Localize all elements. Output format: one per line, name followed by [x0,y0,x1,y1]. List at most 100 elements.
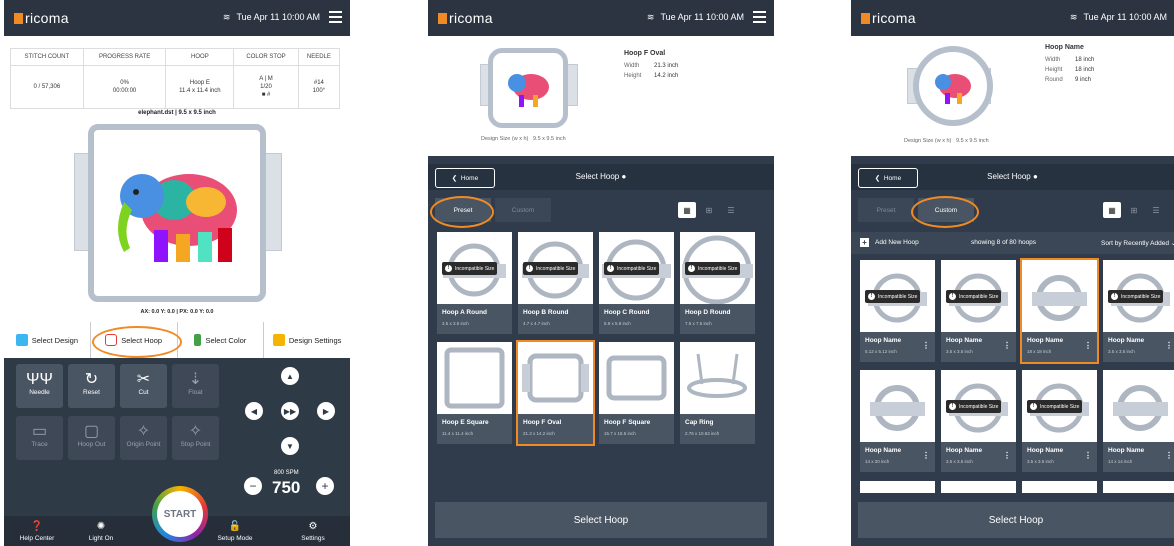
needle-icon: ΨΨ [26,371,53,388]
hoop-card[interactable]: ! Incompatible Size Hoop A Round 3.5 x 3.5 … [437,232,512,334]
hoop-thumbnail [1103,370,1174,442]
hoop-card[interactable]: ! Incompatible Size Hoop D Round 7.5 x 7.5 … [680,232,755,334]
hoop-card[interactable]: Cap Ring 2.76 x 10.63 inch [680,342,755,444]
brand-logo: ricoma [438,10,493,26]
more-options-icon[interactable]: ⋮ [1003,341,1011,350]
grid-small-icon[interactable]: ⊞ [1125,202,1143,218]
hoop-thumbnail [1022,260,1097,332]
light-icon: ✺ [96,521,106,532]
start-button[interactable]: START [152,486,208,542]
arrow-down-button[interactable]: ▼ [281,437,299,455]
more-options-icon[interactable]: ⋮ [1165,341,1173,350]
stats-table: STITCH COUNT PROGRESS RATE HOOP COLOR ST… [10,48,341,109]
arrow-left-button[interactable]: ◀ [245,402,263,420]
stats-header: HOOP [165,48,235,66]
add-new-hoop-button[interactable]: + Add New Hoop showing 8 of 80 hoops Sor… [851,232,1174,254]
select-hoop-button[interactable]: Select Hoop [435,502,767,538]
hoop-card[interactable]: ! Incompatible Size Hoop Name 3.5 x 3.5 inc… [1103,260,1174,362]
elephant-design-image [118,174,237,262]
hoop-card-selected[interactable]: Hoop Name 18 x 18 inch ⋮ [1020,258,1099,364]
needle-button[interactable]: ΨΨ Needle [16,364,63,408]
nav-setup-mode[interactable]: 🔓 Setup Mode [210,521,260,542]
nav-light-on[interactable]: ✺ Light On [76,521,126,542]
hoop-out-button[interactable]: ▢ Hoop Out [68,416,115,460]
hoop-title: Hoop F Oval [624,50,666,57]
nav-help-center[interactable]: ❓ Help Center [12,521,62,542]
hoop-card[interactable]: Hoop Name 14 x 20 inch ⋮ [860,370,935,472]
incompatible-badge: ! Incompatible Size [946,290,1002,303]
hoop-thumbnail [437,342,512,414]
page-title: Select Hoop ● [987,172,1038,181]
arrow-up-button[interactable]: ▲ [281,367,299,385]
more-options-icon[interactable]: ⋮ [1165,451,1173,460]
hoop-title: Hoop Name [1045,44,1084,51]
grid-small-icon[interactable]: ⊞ [700,202,718,218]
hoop-card[interactable]: ! Incompatible Size Hoop Name 3.5 x 3.5 inc… [941,370,1016,472]
help-icon: ❓ [30,521,44,532]
needle-value: #14 100° [297,65,341,109]
grid-large-icon[interactable]: ▦ [678,202,696,218]
stats-header: COLOR STOP [233,48,299,66]
list-icon[interactable]: ☰ [1147,202,1165,218]
more-options-icon[interactable]: ⋮ [1003,451,1011,460]
more-options-icon[interactable]: ⋮ [922,451,930,460]
design-size: Design Size (w x h) 9.5 x 9.5 inch [481,136,566,142]
hoop-card-selected[interactable]: Hoop F Oval 21.3 x 14.2 inch [516,340,595,446]
nav-settings[interactable]: ⚙ Settings [288,521,338,542]
speed-increase-button[interactable]: + [316,477,334,495]
reset-button[interactable]: ↻ Reset [68,364,115,408]
hoop-panel: ❮ Home Select Hoop ● Preset Custom ▦ ⊞ ☰ !… [428,156,774,546]
stats-header: STITCH COUNT [10,48,84,66]
tab-design-settings[interactable]: Design Settings [264,322,350,358]
hoop-card[interactable]: Hoop E Square 11.4 x 11.4 inch [437,342,512,444]
top-bar: ricoma ≋ Tue Apr 11 10:00 AM [851,0,1174,36]
header-bar: ❮ Home Select Hoop ● [851,164,1174,190]
stop-point-button[interactable]: ✧ Stop Point [172,416,219,460]
machine-screen: ricoma ≋ Tue Apr 11 10:00 AM STITCH COUNT… [4,0,350,546]
tab-select-color[interactable]: Select Color [178,322,265,358]
incompatible-badge: ! Incompatible Size [865,290,921,303]
tab-preset[interactable]: Preset [858,198,914,222]
grid-large-icon[interactable]: ▦ [1103,202,1121,218]
control-panel: Select Design Select Hoop Select Color D… [4,322,350,546]
hoop-card[interactable]: Hoop F Square 15.7 x 16.5 inch [599,342,674,444]
sort-dropdown[interactable]: Sort by Recently Added ⌄ [1101,239,1174,247]
more-options-icon[interactable]: ⋮ [1084,451,1092,460]
more-options-icon[interactable]: ⋮ [1084,341,1092,350]
arrow-right-button[interactable]: ▶ [317,402,335,420]
list-icon[interactable]: ☰ [722,202,740,218]
hoop-card[interactable]: ! Incompatible Size Hoop Name 3.5 x 3.5 inc… [941,260,1016,362]
hoop-card[interactable]: ! Incompatible Size Hoop Name 3.5 x 3.5 inc… [1022,370,1097,472]
float-icon: ⇣ [188,371,203,388]
speed-decrease-button[interactable]: − [244,477,262,495]
hoop-info: Hoop F Oval Width 21.3 inch Height 14.2 in… [624,50,679,79]
scissors-icon: ✂ [136,371,151,388]
hoop-thumbnail [860,370,935,442]
float-button[interactable]: ⇣ Float [172,364,219,408]
select-hoop-button[interactable]: Select Hoop [858,502,1174,538]
design-size: Design Size (w x h) 9.5 x 9.5 inch [904,138,989,144]
highlight-oval [430,196,494,228]
tab-custom[interactable]: Custom [495,198,551,222]
reset-icon: ↻ [84,371,99,388]
tab-select-design[interactable]: Select Design [4,322,91,358]
hoop-card[interactable]: ! Incompatible Size Hoop C Round 5.9 x 5.9 … [599,232,674,334]
progress-value: 0% 00:00:00 [82,65,167,109]
incompatible-badge: ! Incompatible Size [604,262,660,275]
fast-forward-button[interactable]: ▶▶ [281,402,299,420]
view-toggles: ▦ ⊞ ☰ [678,202,740,218]
stats-header: PROGRESS RATE [82,48,167,66]
hoop-card[interactable]: ! Incompatible Size Hoop B Round 4.7 x 4.7 … [518,232,593,334]
hoop-card[interactable]: ! Incompatible Size Hoop Name 5.12 x 5.12 i… [860,260,935,362]
incompatible-badge: ! Incompatible Size [442,262,498,275]
thread-icon [194,334,202,346]
cut-button[interactable]: ✂ Cut [120,364,167,408]
trace-button[interactable]: ▭ Trace [16,416,63,460]
hoop-card[interactable]: Hoop Name 14 x 14 inch ⋮ [1103,370,1174,472]
spm-value: 750 [272,478,301,497]
more-options-icon[interactable]: ⋮ [922,341,930,350]
hamburger-menu-icon[interactable] [753,11,766,26]
hamburger-menu-icon[interactable] [329,11,342,26]
origin-point-button[interactable]: ✧ Origin Point [120,416,167,460]
hoop-preview [88,124,266,302]
